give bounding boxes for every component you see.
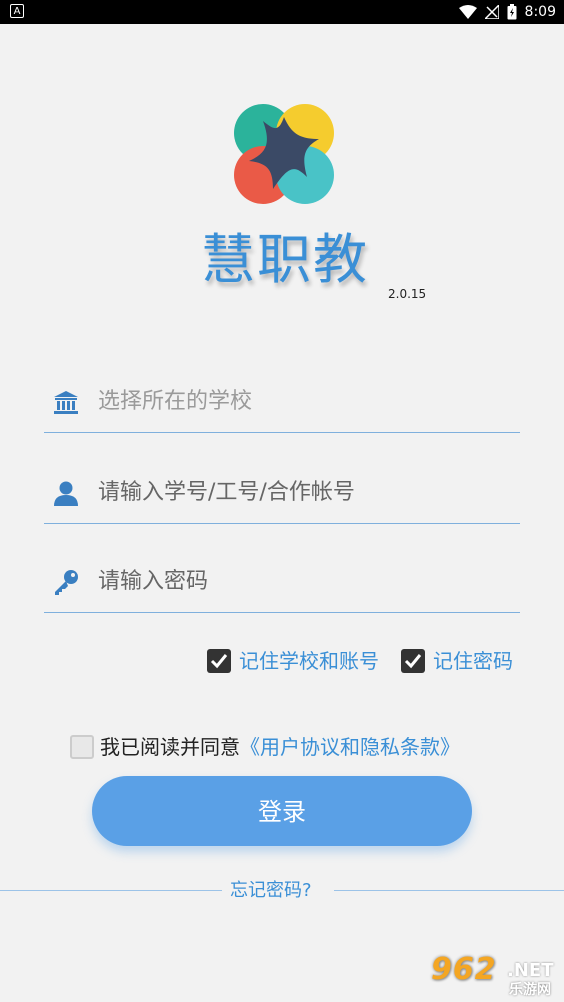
user-icon [54,481,78,506]
remember-options: 记住学校和账号 记住密码 [0,646,564,676]
agreement-link[interactable]: 《用户协议和隐私条款》 [240,735,460,759]
forgot-password-link[interactable]: 忘记密码? [230,878,312,904]
watermark-domain: .NET [507,960,554,981]
account-input[interactable]: 请输入学号/工号/合作帐号 [44,467,520,524]
agreement-checkbox[interactable] [70,735,94,759]
key-icon [55,570,78,595]
school-placeholder: 选择所在的学校 [98,389,253,414]
divider-left [0,890,222,891]
checkmark-icon [210,654,228,669]
account-placeholder: 请输入学号/工号/合作帐号 [98,480,355,505]
app-name: 慧职教 [201,228,369,291]
remember-school-checkbox[interactable] [207,649,231,673]
app-version: 2.0.15 [388,287,427,301]
checkmark-icon [404,654,422,669]
divider-right [334,890,564,891]
app-logo-icon [234,104,334,204]
watermark-logo: 962 .NET 乐游网 [425,952,560,998]
watermark-text: 乐游网 [509,982,551,998]
battery-icon [507,4,517,20]
wifi-icon [458,5,477,19]
status-bar: A 8:09 [0,0,564,24]
remember-password-checkbox[interactable] [401,649,425,673]
status-icons: 8:09 [458,2,556,22]
status-time: 8:09 [524,4,556,20]
agreement-row: 我已阅读并同意《用户协议和隐私条款》 [0,733,564,763]
school-select-field[interactable]: 选择所在的学校 [44,376,520,433]
remember-school-label[interactable]: 记住学校和账号 [239,648,379,674]
signal-icon [484,5,499,19]
password-placeholder: 请输入密码 [98,569,209,594]
login-button[interactable]: 登录 [92,776,472,846]
remember-password-label[interactable]: 记住密码 [433,648,513,674]
school-building-icon [54,391,78,414]
watermark-number: 962 [431,952,497,987]
agreement-prefix: 我已阅读并同意 [100,735,240,759]
password-input[interactable]: 请输入密码 [44,556,520,613]
notification-icon: A [10,4,24,18]
agreement-text: 我已阅读并同意《用户协议和隐私条款》 [100,733,460,761]
